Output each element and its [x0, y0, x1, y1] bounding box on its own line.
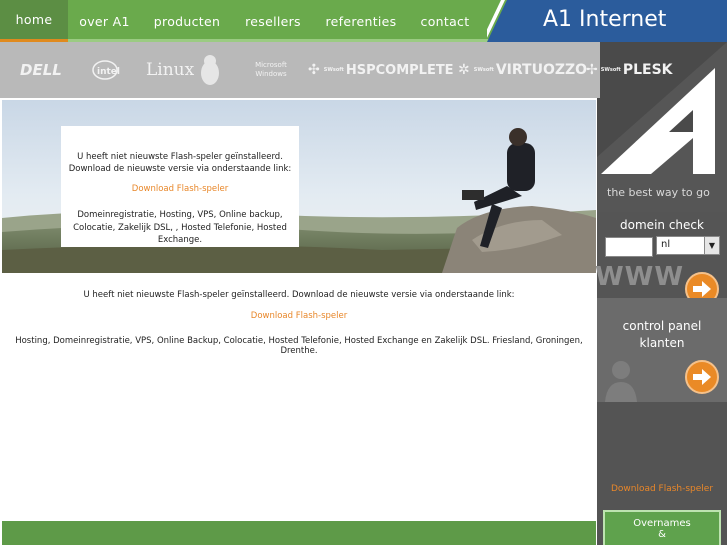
dell-logo: DELL — [20, 61, 62, 79]
hspcomplete-logo: ✣ SWsoft HSPCOMPLETE — [308, 62, 454, 78]
control-panel-line-1: control panel — [622, 319, 702, 333]
hero-services-text: Domeinregistratie, Hosting, VPS, Online … — [73, 210, 287, 245]
hero-flash-notice: U heeft niet nieuwste Flash-speler geïns… — [68, 152, 292, 174]
sidebar-download-flash-link[interactable]: Download Flash-speler — [597, 484, 727, 494]
nav-item-resellers[interactable]: resellers — [233, 0, 313, 42]
svg-text:intel: intel — [97, 67, 120, 77]
windows-logo: Microsoft Windows — [255, 61, 287, 78]
tux-icon — [198, 42, 222, 98]
plesk-icon: ✢ — [586, 62, 598, 78]
main-download-link-row: Download Flash-speler — [2, 311, 596, 321]
overnames-line-1: Overnames — [633, 518, 691, 529]
www-watermark: WWW — [595, 262, 685, 292]
main-download-flash-link[interactable]: Download Flash-speler — [251, 311, 347, 321]
control-panel-line-2: klanten — [639, 336, 685, 350]
virtuozzo-logo: ✲ SWsoft VIRTUOZZO — [458, 62, 588, 78]
overnames-banner[interactable]: Overnames & — [603, 510, 721, 545]
domain-check-title: domein check — [620, 218, 704, 232]
arrow-right-icon — [693, 369, 711, 385]
domain-input[interactable] — [605, 237, 653, 257]
control-panel-login-button[interactable] — [685, 360, 719, 394]
brand-title[interactable]: A1 Internet — [543, 7, 666, 32]
linux-logo: Linux — [146, 60, 195, 80]
nav-item-home[interactable]: home — [0, 0, 68, 42]
brand-tagline: the best way to go — [607, 186, 710, 199]
virtuozzo-icon: ✲ — [458, 62, 470, 78]
control-panel-title: control panel klanten — [597, 318, 727, 352]
hsp-icon: ✣ — [308, 62, 320, 78]
brand-header: A1 Internet — [487, 0, 727, 42]
nav-item-referenties[interactable]: referenties — [313, 0, 409, 42]
control-panel-box: control panel klanten — [597, 298, 727, 402]
main-flash-notice: U heeft niet nieuwste Flash-speler geïns… — [83, 290, 515, 300]
footer-bar — [2, 521, 596, 545]
chevron-down-icon[interactable]: ▼ — [704, 237, 719, 254]
nav-item-over-a1[interactable]: over A1 — [68, 0, 141, 42]
user-silhouette-icon — [605, 361, 637, 402]
nav-item-producten[interactable]: producten — [141, 0, 233, 42]
hero-download-flash-link[interactable]: Download Flash-speler — [61, 184, 299, 194]
overnames-line-2: & — [658, 529, 666, 540]
main-services-text: Hosting, Domeinregistratie, VPS, Online … — [15, 336, 583, 356]
partner-logo-strip: DELL intel Linux Microsoft Windows ✣ SWs… — [0, 42, 673, 98]
hero-flash-notice-box: U heeft niet nieuwste Flash-speler geïns… — [61, 126, 299, 247]
main-nav: home over A1 producten resellers referen… — [0, 0, 481, 42]
tld-select[interactable]: nl ▼ — [656, 236, 720, 255]
intel-icon: intel — [92, 60, 120, 80]
arrow-right-icon — [693, 281, 711, 297]
tld-selected-value: nl — [661, 239, 671, 250]
intel-logo: intel — [90, 42, 120, 98]
nav-item-contact[interactable]: contact — [409, 0, 481, 42]
plesk-logo: ✢ SWsoft PLESK — [586, 62, 673, 78]
domain-check-panel: domein check nl ▼ WWW — [595, 212, 727, 306]
